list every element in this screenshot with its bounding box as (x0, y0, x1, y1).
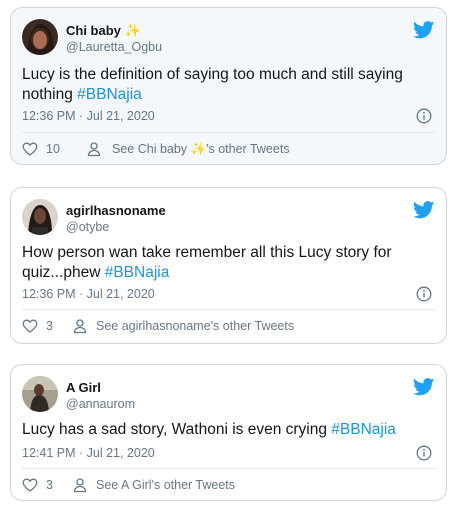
twitter-bird-icon[interactable] (413, 378, 435, 396)
author-names[interactable]: A Girl @annaurom (66, 380, 135, 412)
person-icon (73, 478, 87, 493)
hashtag-link[interactable]: #BBNajia (77, 86, 142, 103)
avatar[interactable] (22, 199, 58, 235)
person-icon (73, 319, 87, 334)
display-name[interactable]: A Girl (66, 380, 135, 396)
info-icon[interactable] (416, 108, 432, 124)
tweet-header: agirlhasnoname @otybe (22, 199, 435, 239)
tweet-actions: 10 See Chi baby ✨'s other Tweets (22, 139, 435, 159)
user-handle[interactable]: @otybe (66, 219, 166, 235)
twitter-bird-icon[interactable] (413, 201, 435, 219)
tweet-text: Lucy is the definition of saying too muc… (22, 66, 403, 103)
like-count[interactable]: 10 (46, 141, 60, 157)
display-name[interactable]: agirlhasnoname (66, 203, 166, 219)
user-handle[interactable]: @annaurom (66, 396, 135, 412)
tweet-card[interactable]: agirlhasnoname @otybe How person wan tak… (10, 187, 447, 344)
avatar[interactable] (22, 376, 58, 412)
tweet-timestamp[interactable]: 12:41 PM · Jul 21, 2020 (22, 445, 155, 461)
see-other-tweets-link[interactable]: See A Girl's other Tweets (96, 477, 235, 493)
divider (22, 309, 435, 310)
sparkles-emoji: ✨ (124, 23, 142, 38)
see-other-tweets-link[interactable]: See Chi baby ✨'s other Tweets (112, 141, 290, 157)
avatar[interactable] (22, 19, 58, 55)
hashtag-link[interactable]: #BBNajia (331, 421, 396, 438)
tweet-actions: 3 See agirlhasnoname's other Tweets (22, 316, 435, 336)
heart-icon[interactable] (22, 318, 38, 334)
tweet-timestamp[interactable]: 12:36 PM · Jul 21, 2020 (22, 286, 155, 302)
author-names[interactable]: agirlhasnoname @otybe (66, 203, 166, 235)
author-names[interactable]: Chi baby ✨ @Lauretta_Ogbu (66, 23, 162, 55)
see-other-tweets-link[interactable]: See agirlhasnoname's other Tweets (96, 318, 294, 334)
like-count[interactable]: 3 (46, 318, 53, 334)
sparkles-emoji: ✨ (190, 142, 207, 156)
tweet-card[interactable]: Chi baby ✨ @Lauretta_Ogbu Lucy is the def… (10, 7, 447, 165)
twitter-bird-icon[interactable] (413, 21, 435, 39)
tweet-header: Chi baby ✨ @Lauretta_Ogbu (22, 19, 435, 59)
tweet-actions: 3 See A Girl's other Tweets (22, 475, 435, 495)
tweet-timestamp[interactable]: 12:36 PM · Jul 21, 2020 (22, 108, 155, 124)
divider (22, 132, 435, 133)
tweet-card[interactable]: A Girl @annaurom Lucy has a sad story, W… (10, 364, 447, 501)
heart-icon[interactable] (22, 141, 38, 157)
hashtag-link[interactable]: #BBNajia (105, 264, 170, 281)
info-icon[interactable] (416, 286, 432, 302)
info-icon[interactable] (416, 445, 432, 461)
user-handle[interactable]: @Lauretta_Ogbu (66, 39, 162, 55)
tweet-text: How person wan take remember all this Lu… (22, 244, 392, 281)
tweet-text: Lucy has a sad story, Wathoni is even cr… (22, 421, 396, 438)
tweet-header: A Girl @annaurom (22, 376, 435, 416)
person-icon (87, 142, 101, 157)
like-count[interactable]: 3 (46, 477, 53, 493)
divider (22, 468, 435, 469)
heart-icon[interactable] (22, 477, 38, 493)
display-name[interactable]: Chi baby ✨ (66, 23, 162, 39)
